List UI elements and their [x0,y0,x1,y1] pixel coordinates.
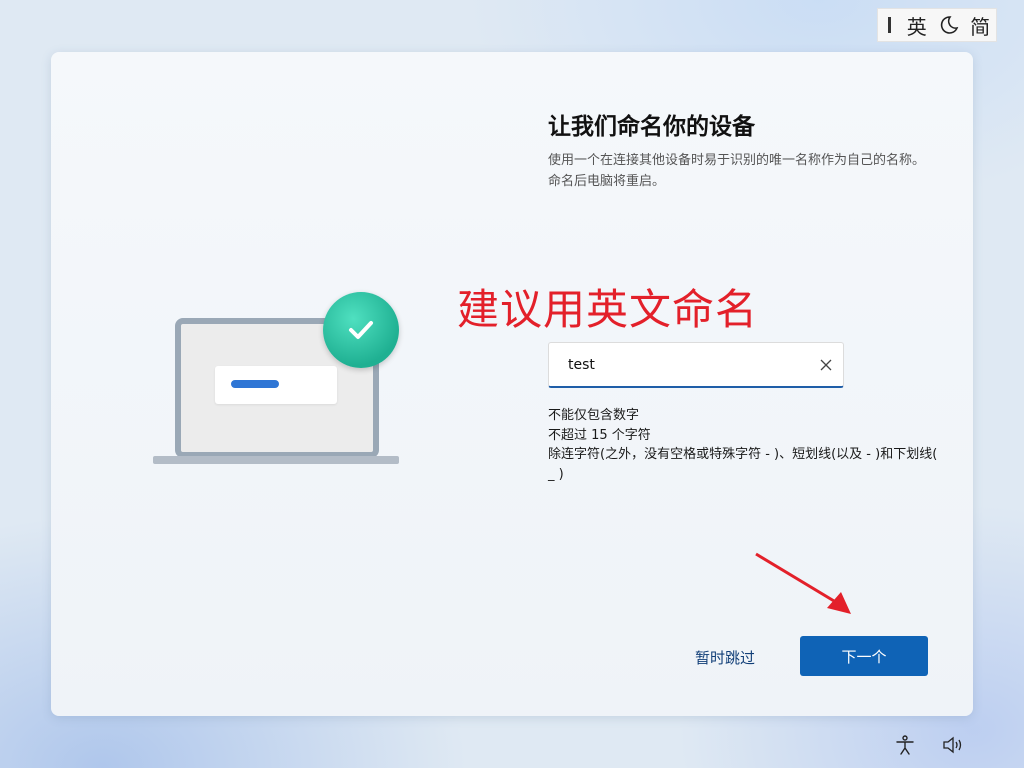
naming-rules: 不能仅包含数字 不超过 15 个字符 除连字符(之外，没有空格或特殊字符 - )… [548,406,938,484]
laptop-name-bar [231,380,279,388]
annotation-text: 建议用英文命名 [457,285,759,334]
annotation-arrow [755,552,851,614]
ime-language-toggle[interactable]: 英 [901,11,933,40]
clear-icon[interactable] [817,356,835,374]
accessibility-icon[interactable] [894,734,916,760]
ime-mode-toggle[interactable]: 简 [964,11,996,40]
setup-dialog: 让我们命名你的设备 使用一个在连接其他设备时易于识别的唯一名称作为自己的名称。命… [51,52,973,716]
rule-item: 不能仅包含数字 [548,408,640,423]
laptop-base [153,456,399,464]
skip-link[interactable]: 暂时跳过 [695,647,755,668]
checkmark-icon [323,292,399,368]
device-name-field[interactable] [548,342,844,388]
laptop-illustration [153,292,403,467]
moon-icon[interactable] [933,8,965,42]
rule-item: 除连字符(之外，没有空格或特殊字符 - )、短划线(以及 - )和下划线( _ … [548,447,938,482]
next-button[interactable]: 下一个 [800,636,928,676]
page-description: 使用一个在连接其他设备时易于识别的唯一名称作为自己的名称。命名后电脑将重启。 [548,153,926,189]
ime-grip-handle[interactable] [888,17,891,33]
laptop-name-card [215,366,337,404]
rule-item: 不超过 15 个字符 [548,427,651,443]
device-name-input[interactable] [549,356,799,373]
ime-toolbar: 英 简 [877,8,997,42]
page-title: 让我们命名你的设备 [548,114,755,140]
volume-icon[interactable] [942,736,964,758]
